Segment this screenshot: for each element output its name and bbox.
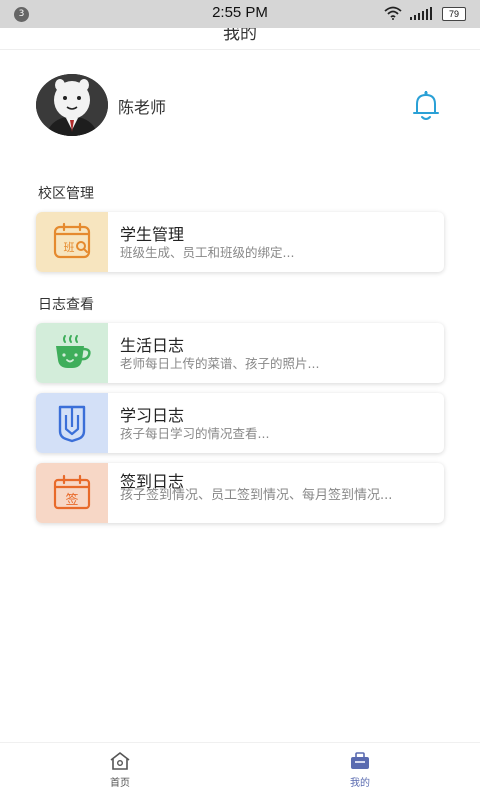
signin-calendar-icon: 签 [53,474,91,510]
card-study-log[interactable]: 学习日志 孩子每日学习的情况查看... [36,393,444,453]
profile-row[interactable]: 陈老师 [36,74,446,140]
card-description: 老师每日上传的菜谱、孩子的照片... [120,356,320,371]
status-time: 2:55 PM [212,4,268,21]
card-icon-box: 班 [36,212,108,272]
page-title: 我的 [223,28,257,44]
card-icon-box [36,323,108,383]
bottom-tab-bar: 首页 我的 [0,742,480,800]
card-description: 孩子每日学习的情况查看... [120,426,270,441]
svg-text:班: 班 [64,241,75,254]
avatar-image [36,74,108,136]
class-icon: 班 [53,222,91,259]
wifi-icon [384,6,402,20]
bell-icon[interactable] [411,90,441,122]
card-signin-log[interactable]: 签 签到日志 孩子签到情况、员工签到情况、每月签到情况... [36,463,444,523]
card-description: 孩子签到情况、员工签到情况、每月签到情况... [120,488,393,503]
tab-home-label: 首页 [110,778,130,789]
section-title-logs: 日志查看 [38,297,94,313]
avatar[interactable] [36,74,108,136]
card-icon-box: 签 [36,463,108,523]
cup-icon [56,335,91,368]
book-icon [58,405,86,443]
header: 我的 [0,28,480,50]
tab-mine[interactable]: 我的 [330,751,390,789]
card-icon-box [36,393,108,453]
section-title-campus: 校区管理 [38,186,94,202]
signal-icon [410,7,432,20]
battery-icon: 79 [442,7,466,21]
svg-text:签: 签 [65,492,78,508]
tab-home[interactable]: 首页 [90,751,150,789]
status-bar: 3 2:55 PM 79 [0,0,480,28]
username: 陈老师 [118,98,167,117]
home-icon [110,752,130,770]
card-title: 生活日志 [120,336,185,355]
card-title: 学习日志 [120,406,185,425]
card-title: 学生管理 [120,225,185,244]
card-student-management[interactable]: 班 学生管理 班级生成、员工和班级的绑定... [36,212,444,272]
card-description: 班级生成、员工和班级的绑定... [120,245,295,260]
card-life-log[interactable]: 生活日志 老师每日上传的菜谱、孩子的照片... [36,323,444,383]
tab-mine-label: 我的 [350,778,370,789]
profile-box-icon [351,752,369,769]
